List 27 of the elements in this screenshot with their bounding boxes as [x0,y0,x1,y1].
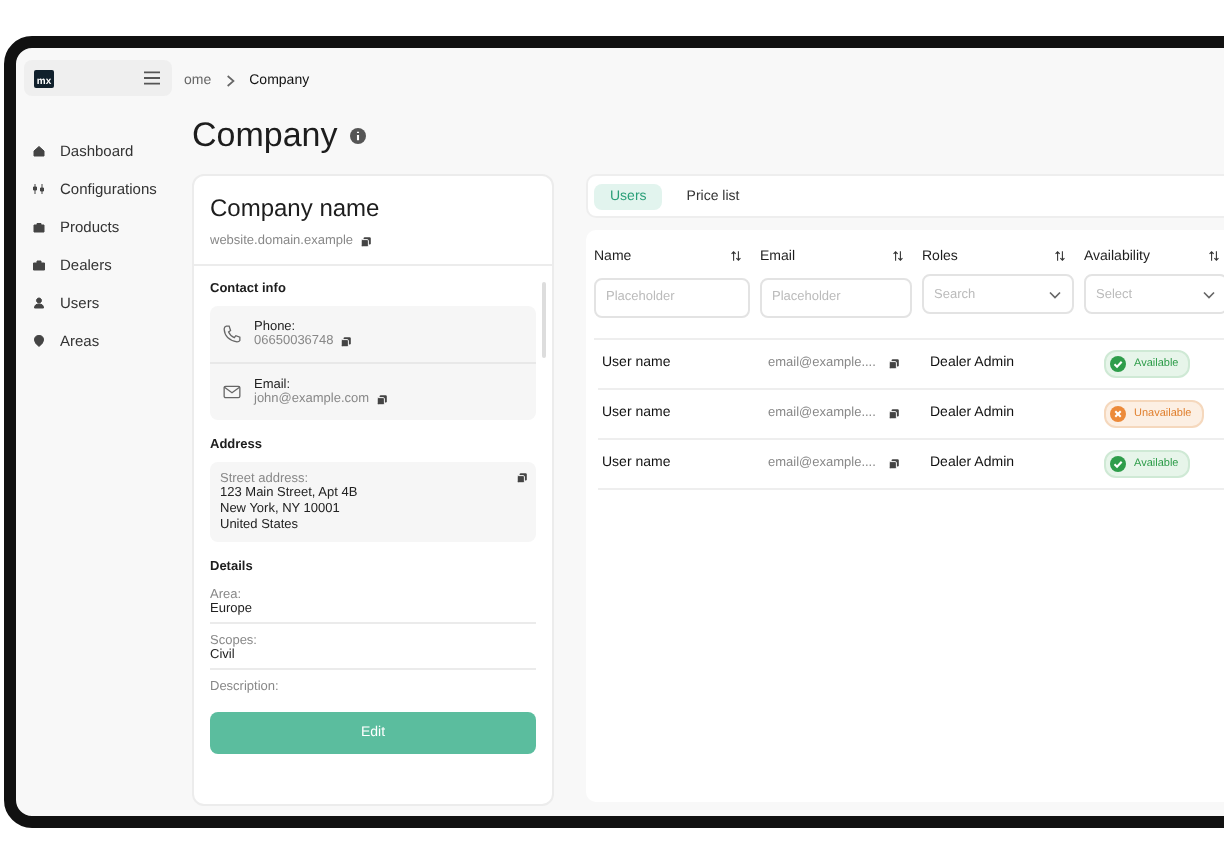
pin-icon [32,334,46,348]
menu-icon[interactable] [142,70,162,86]
copy-icon[interactable] [887,457,900,469]
mail-icon [222,382,242,402]
sort-icon[interactable] [892,250,904,262]
info-icon[interactable] [349,128,366,144]
copy-icon[interactable] [359,235,372,247]
scrollbar[interactable] [542,282,546,358]
sort-icon[interactable] [730,250,742,262]
sort-icon[interactable] [1208,250,1220,262]
company-name: Company name [210,194,382,222]
sliders-icon [32,182,46,196]
person-icon [32,296,46,310]
chevron-icon [225,73,236,87]
briefcase-icon [32,258,46,272]
sort-icon[interactable] [1054,250,1066,262]
copy-icon[interactable] [339,335,352,347]
chevron-down-icon[interactable] [1202,289,1216,299]
bag-icon [32,220,46,234]
phone-icon [222,324,242,344]
copy-icon[interactable] [516,472,528,484]
copy-icon[interactable] [887,357,900,369]
copy-icon[interactable] [887,407,900,419]
chevron-down-icon[interactable] [1048,289,1062,299]
page-title: Company [192,116,338,156]
copy-icon[interactable] [375,393,388,405]
home-icon [32,144,46,158]
